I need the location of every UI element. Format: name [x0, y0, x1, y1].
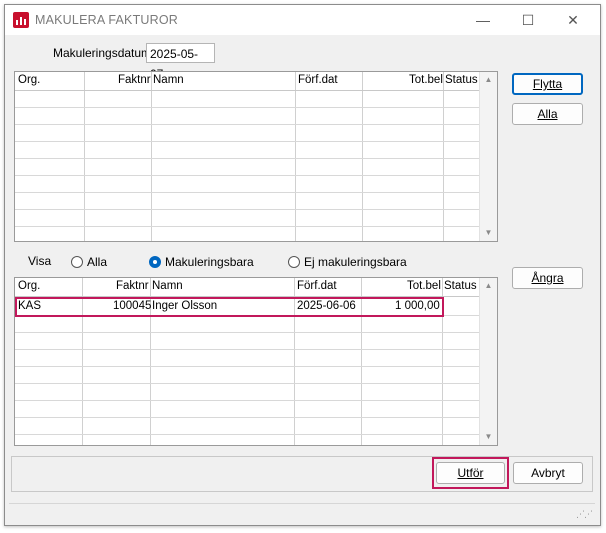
- radio-alla-label[interactable]: Alla: [87, 255, 107, 269]
- col-header-totbel[interactable]: Tot.bel: [409, 74, 443, 86]
- filter-label: Visa: [28, 254, 52, 268]
- radio-makuleringsbara-label[interactable]: Makuleringsbara: [165, 255, 254, 269]
- radio-alla[interactable]: [71, 256, 83, 268]
- col-header-totbel[interactable]: Tot.bel: [407, 280, 441, 292]
- scrollbar[interactable]: ▲ ▼: [479, 72, 497, 241]
- utfor-button[interactable]: Utför: [436, 462, 505, 484]
- flytta-button[interactable]: Flytta: [512, 73, 583, 95]
- app-icon: [13, 12, 29, 28]
- col-header-status[interactable]: Status: [445, 74, 478, 86]
- date-label: Makuleringsdatum:: [53, 46, 155, 60]
- close-icon[interactable]: ✕: [550, 5, 596, 35]
- radio-ej-makuleringsbara[interactable]: [288, 256, 300, 268]
- scroll-down-icon[interactable]: ▼: [480, 429, 497, 445]
- col-header-faktnr[interactable]: Faktnr: [116, 280, 149, 292]
- minimize-icon[interactable]: —: [460, 5, 506, 35]
- dialog-window: MAKULERA FAKTUROR — ☐ ✕ Makuleringsdatum…: [4, 4, 601, 526]
- col-header-namn[interactable]: Namn: [152, 280, 183, 292]
- scroll-up-icon[interactable]: ▲: [480, 72, 497, 88]
- invoices-grid[interactable]: Org. Faktnr Namn Förf.dat Tot.bel Status…: [14, 71, 498, 242]
- col-header-org[interactable]: Org.: [18, 74, 40, 86]
- status-bar: ⋰⋰: [9, 503, 595, 522]
- scrollbar[interactable]: ▲ ▼: [479, 278, 497, 445]
- angra-button[interactable]: Ångra: [512, 267, 583, 289]
- scroll-down-icon[interactable]: ▼: [480, 225, 497, 241]
- alla-button[interactable]: Alla: [512, 103, 583, 125]
- resize-grip-icon[interactable]: ⋰⋰: [576, 509, 593, 520]
- avbryt-button[interactable]: Avbryt: [513, 462, 583, 484]
- scroll-up-icon[interactable]: ▲: [480, 278, 497, 294]
- col-header-forfdat[interactable]: Förf.dat: [297, 280, 337, 292]
- window-title: MAKULERA FAKTUROR: [35, 13, 179, 27]
- maximize-icon[interactable]: ☐: [505, 5, 551, 35]
- title-bar: MAKULERA FAKTUROR — ☐ ✕: [5, 5, 600, 35]
- col-header-status[interactable]: Status: [444, 280, 477, 292]
- col-header-forfdat[interactable]: Förf.dat: [298, 74, 338, 86]
- col-header-org[interactable]: Org.: [18, 280, 40, 292]
- cancellable-grid[interactable]: Org. Faktnr Namn Förf.dat Tot.bel Status…: [14, 277, 498, 446]
- date-field[interactable]: 2025-05-07: [146, 43, 215, 81]
- col-header-namn[interactable]: Namn: [153, 74, 184, 86]
- radio-makuleringsbara[interactable]: [149, 256, 161, 268]
- row-highlight: [15, 297, 444, 317]
- radio-ej-makuleringsbara-label[interactable]: Ej makuleringsbara: [304, 255, 407, 269]
- col-header-faktnr[interactable]: Faktnr: [118, 74, 151, 86]
